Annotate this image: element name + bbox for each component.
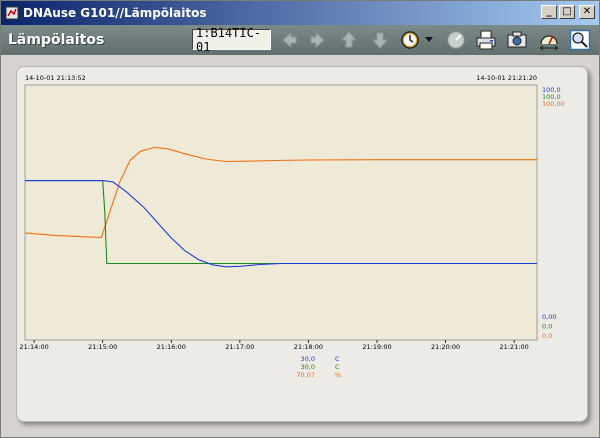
- trend-scale-icon: [539, 35, 559, 51]
- arrow-left-icon: [282, 31, 297, 49]
- arrow-up-icon: [340, 31, 358, 48]
- page-title: Lämpölaitos: [8, 32, 105, 48]
- minimize-icon: _: [546, 6, 552, 17]
- up-button[interactable]: [337, 28, 361, 52]
- maximize-icon: □: [562, 6, 572, 17]
- title-bar[interactable]: DNAuse G101//Lämpölaitos _ □ ✕: [1, 1, 599, 25]
- maximize-button[interactable]: □: [559, 5, 575, 19]
- down-button[interactable]: [368, 28, 392, 52]
- camera-icon: [507, 31, 527, 48]
- gauge-button[interactable]: [444, 28, 468, 52]
- zoom-icon: [569, 29, 591, 51]
- scale-button[interactable]: [537, 28, 561, 52]
- minimize-button[interactable]: _: [541, 5, 557, 19]
- trend-panel: [16, 66, 588, 422]
- forward-button[interactable]: [306, 28, 330, 52]
- window-title: DNAuse G101//Lämpölaitos: [23, 6, 207, 20]
- gauge-icon: [447, 31, 465, 49]
- back-button[interactable]: [277, 28, 301, 52]
- app-icon: [5, 6, 19, 20]
- app-window: DNAuse G101//Lämpölaitos _ □ ✕ Lämpölait…: [0, 0, 600, 438]
- time-button[interactable]: [398, 28, 422, 52]
- arrow-right-icon: [310, 31, 325, 49]
- dropdown-arrow-icon: [425, 37, 433, 42]
- close-button[interactable]: ✕: [579, 5, 595, 19]
- time-dropdown[interactable]: [422, 28, 436, 52]
- print-button[interactable]: [474, 28, 498, 52]
- toolbar: Lämpölaitos 1:B14TIC-01: [1, 25, 599, 55]
- tag-input[interactable]: 1:B14TIC-01: [192, 26, 271, 54]
- close-icon: ✕: [582, 6, 592, 17]
- snapshot-button[interactable]: [505, 28, 529, 52]
- zoom-button[interactable]: [568, 28, 592, 52]
- printer-icon: [476, 30, 496, 50]
- arrow-down-icon: [371, 32, 389, 49]
- clock-icon: [401, 31, 419, 49]
